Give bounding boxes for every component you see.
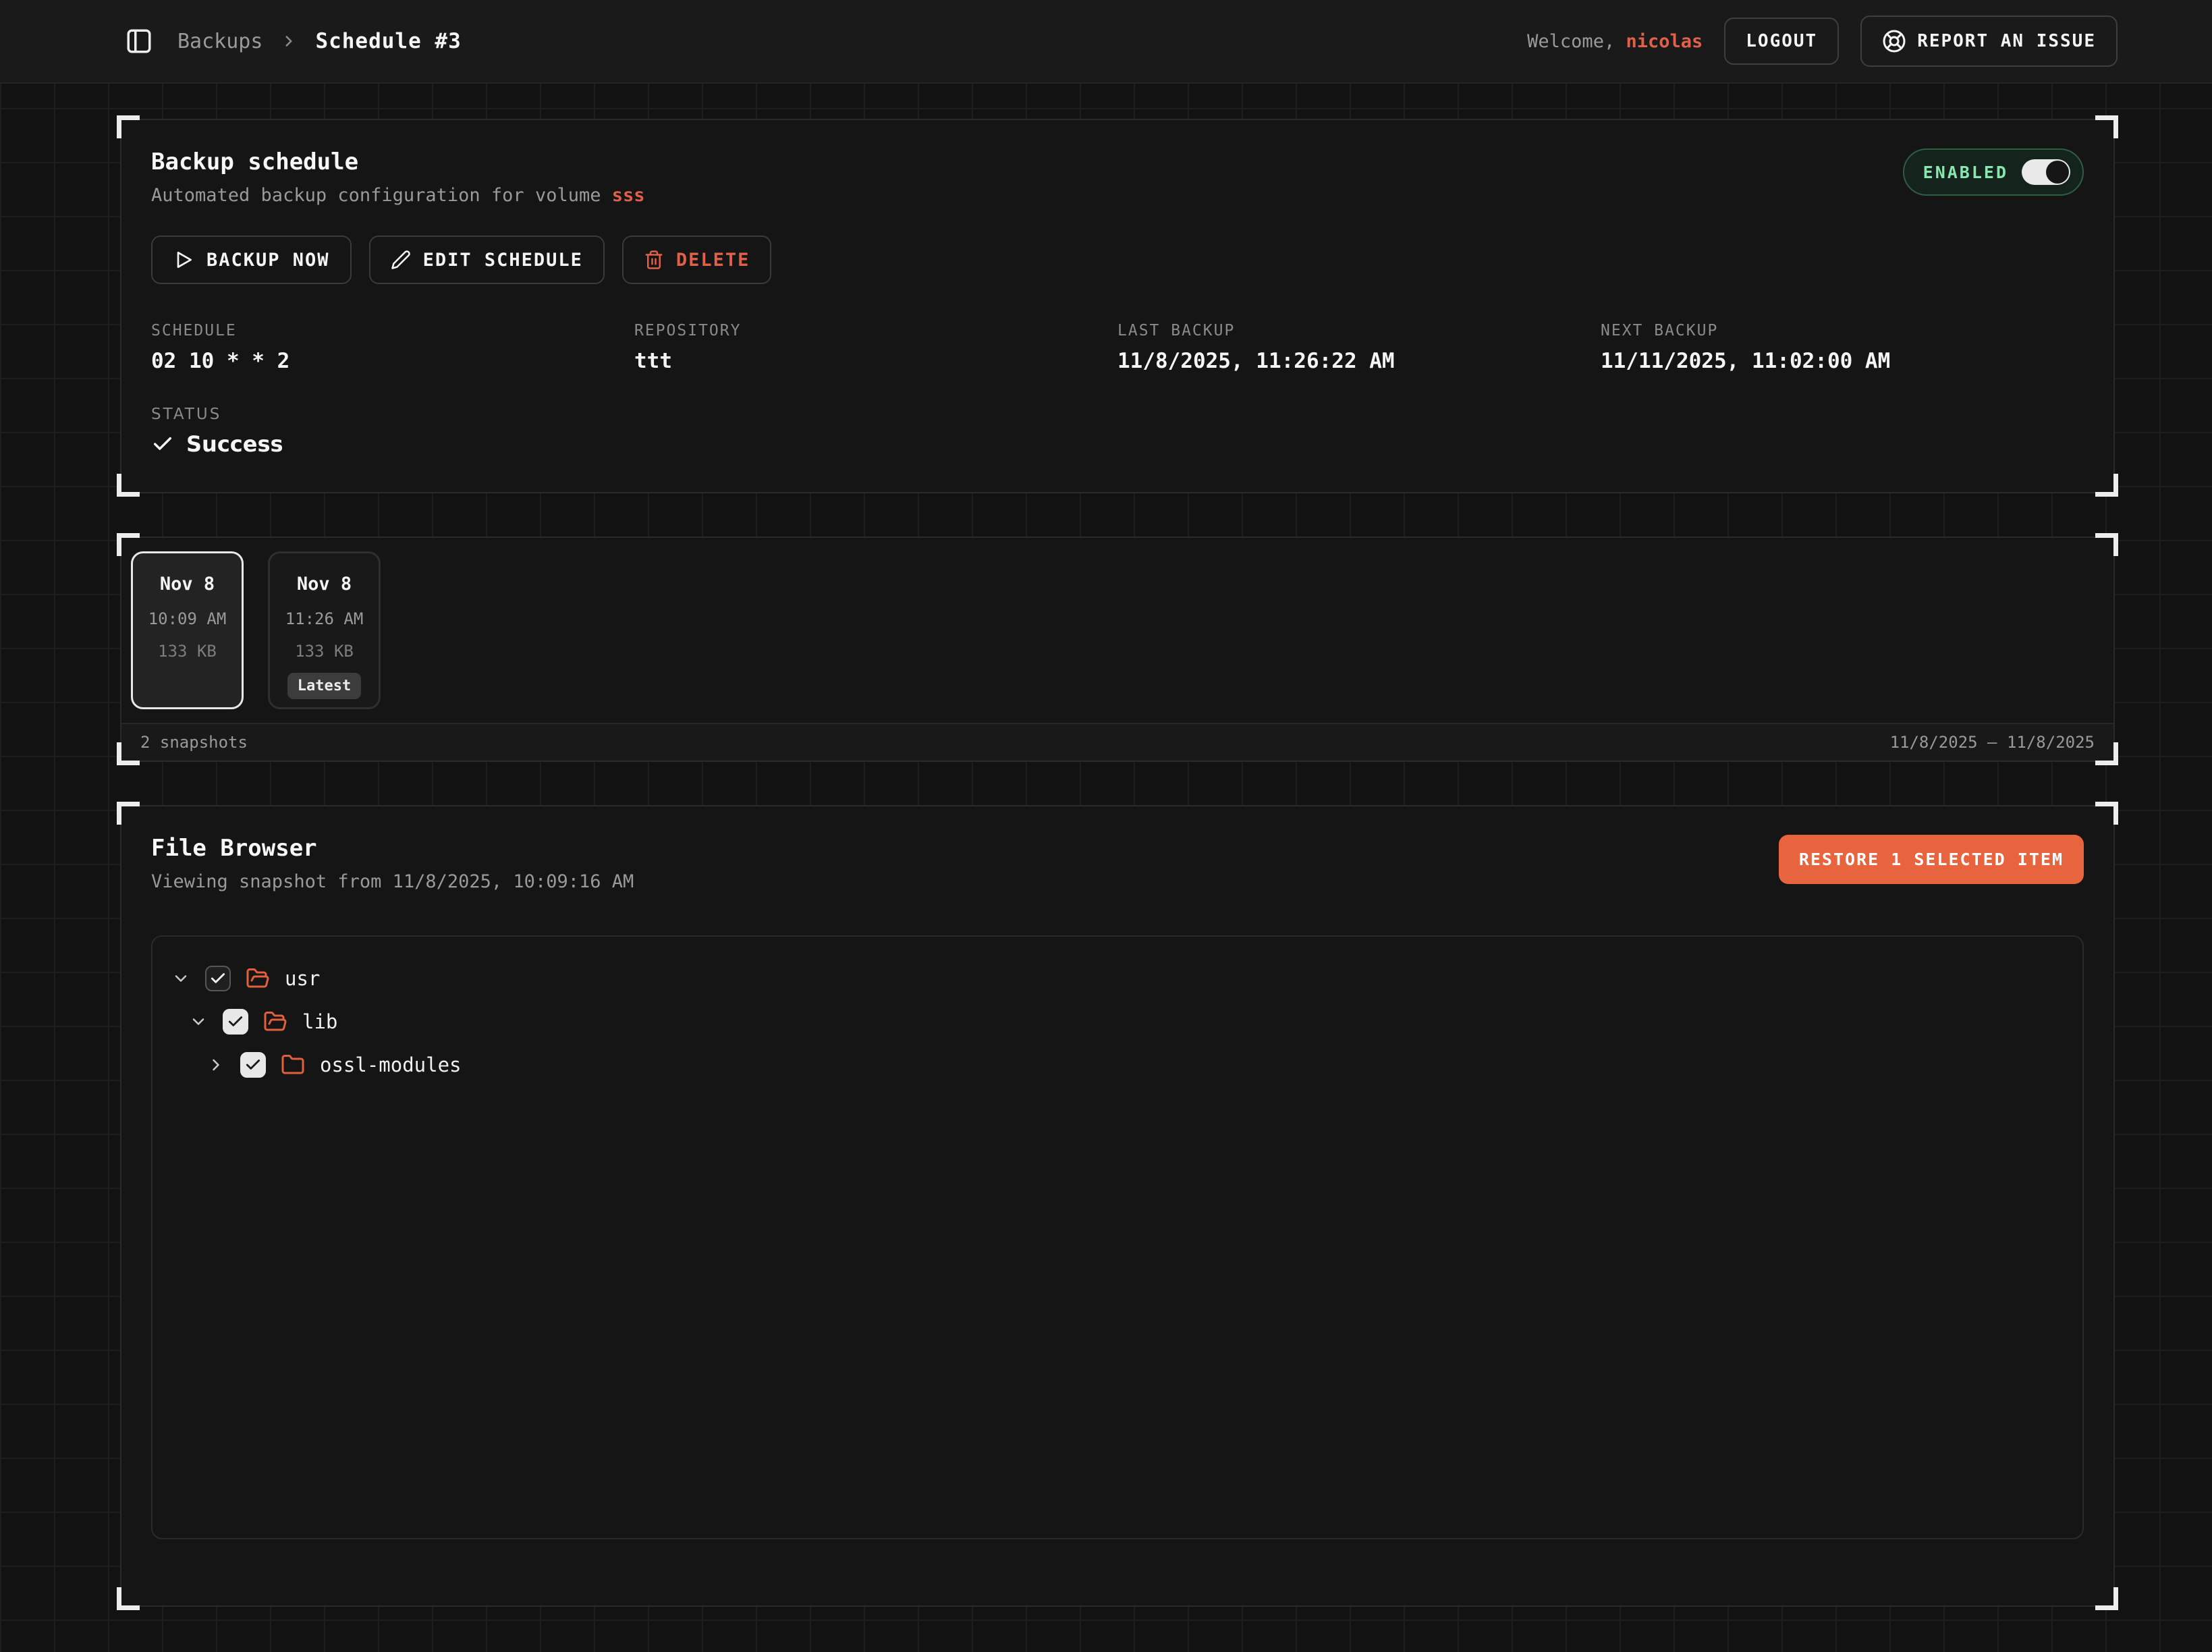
field-label: REPOSITORY [634,322,1117,339]
backup-schedule-card: Backup schedule Automated backup configu… [120,119,2115,493]
field-label: SCHEDULE [151,322,634,339]
trash-icon [644,250,664,270]
tree-row-ossl-modules[interactable]: ossl-modules [171,1043,2064,1086]
field-repository: REPOSITORY ttt [634,322,1117,373]
username: nicolas [1626,31,1703,52]
logout-button[interactable]: LOGOUT [1724,18,1839,65]
field-value: ttt [634,349,1117,373]
field-value: 11/11/2025, 11:02:00 AM [1601,349,2084,373]
snapshot-time: 10:09 AM [148,609,227,628]
corner-bracket [117,802,140,825]
field-schedule: SCHEDULE 02 10 * * 2 [151,322,634,373]
snapshot-range: 11/8/2025 – 11/8/2025 [1890,733,2095,752]
corner-bracket [117,115,140,138]
report-issue-button[interactable]: REPORT AN ISSUE [1860,16,2118,67]
enabled-toggle[interactable]: ENABLED [1903,148,2084,196]
chevron-down-icon[interactable] [171,969,190,988]
field-last-backup: LAST BACKUP 11/8/2025, 11:26:22 AM [1117,322,1601,373]
snapshot-size: 133 KB [158,642,217,661]
enabled-label: ENABLED [1923,163,2008,182]
snapshot-size: 133 KB [295,642,354,661]
lifebuoy-icon [1882,29,1906,53]
breadcrumb: Backups Schedule #3 [177,29,462,53]
volume-name: sss [612,185,645,206]
chevron-right-icon[interactable] [206,1055,225,1074]
restore-selected-button[interactable]: RESTORE 1 SELECTED ITEM [1779,835,2084,884]
snapshot-card-latest[interactable]: Nov 8 11:26 AM 133 KB Latest [268,551,381,709]
schedule-card-title: Backup schedule [151,148,645,175]
checkbox-checked[interactable] [223,1009,248,1035]
folder-icon [281,1053,305,1077]
field-label: NEXT BACKUP [1601,322,2084,339]
file-browser-subtitle: Viewing snapshot from 11/8/2025, 10:09:1… [151,871,634,892]
corner-bracket [117,1587,140,1610]
file-browser-card: File Browser Viewing snapshot from 11/8/… [120,805,2115,1607]
status-label: STATUS [151,406,2084,423]
schedule-card-subtitle: Automated backup configuration for volum… [151,185,645,206]
breadcrumb-current: Schedule #3 [315,29,461,53]
tree-row-usr[interactable]: usr [171,957,2064,1000]
sidebar-toggle-button[interactable] [125,27,153,55]
corner-bracket [2095,115,2118,138]
field-next-backup: NEXT BACKUP 11/11/2025, 11:02:00 AM [1601,322,2084,373]
field-status: STATUS Success [151,406,2084,457]
top-bar: Backups Schedule #3 Welcome, nicolas LOG… [0,0,2212,84]
panel-left-icon [125,27,153,55]
field-label: LAST BACKUP [1117,322,1601,339]
toggle-switch[interactable] [2022,159,2070,185]
welcome-text: Welcome, nicolas [1527,31,1703,52]
delete-button[interactable]: DELETE [622,236,772,284]
field-value: 02 10 * * 2 [151,349,634,373]
checkbox-checked[interactable] [240,1052,266,1078]
chevron-right-icon [280,32,298,50]
corner-bracket [117,474,140,497]
edit-schedule-button[interactable]: EDIT SCHEDULE [369,236,605,284]
file-browser-title: File Browser [151,835,634,862]
tree-label: ossl-modules [320,1053,462,1076]
folder-open-icon [246,966,270,991]
pencil-icon [391,250,411,270]
tree-label: lib [302,1010,337,1033]
play-icon [173,249,194,271]
snapshot-count: 2 snapshots [140,733,248,752]
check-icon [151,433,174,456]
breadcrumb-parent[interactable]: Backups [177,30,262,53]
file-tree: usr lib ossl-modules [151,935,2084,1539]
corner-bracket [2095,474,2118,497]
chevron-down-icon[interactable] [189,1012,208,1031]
snapshot-footer: 2 snapshots 11/8/2025 – 11/8/2025 [121,723,2113,761]
corner-bracket [2095,1587,2118,1610]
toggle-knob [2046,161,2069,184]
status-value: Success [186,431,283,457]
backup-now-button[interactable]: BACKUP NOW [151,236,352,284]
latest-badge: Latest [287,673,361,699]
snapshot-timeline: Nov 8 10:09 AM 133 KB Nov 8 11:26 AM 133… [120,536,2115,762]
tree-label: usr [285,967,320,990]
checkbox-mixed[interactable] [205,966,231,991]
tree-row-lib[interactable]: lib [171,1000,2064,1043]
snapshot-card-selected[interactable]: Nov 8 10:09 AM 133 KB [131,551,244,709]
snapshot-date: Nov 8 [297,574,352,595]
corner-bracket [2095,802,2118,825]
field-value: 11/8/2025, 11:26:22 AM [1117,349,1601,373]
snapshot-time: 11:26 AM [285,609,364,628]
folder-open-icon [263,1010,287,1034]
snapshot-date: Nov 8 [160,574,215,595]
